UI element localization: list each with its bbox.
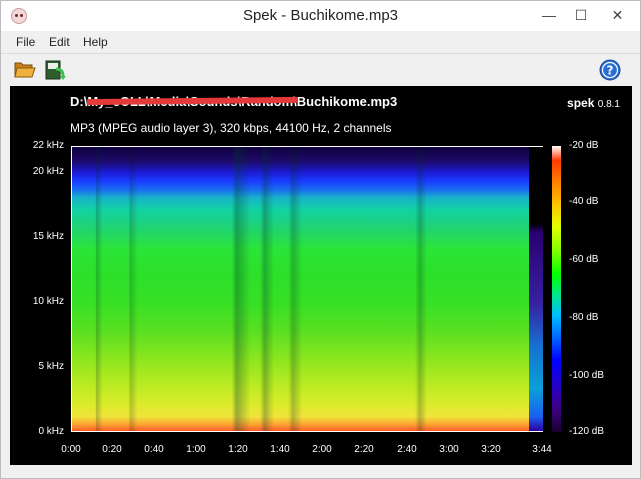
y-tick-10khz: 10 kHz (32, 296, 64, 307)
x-tick-1-20: 1:20 (228, 444, 248, 455)
title-bar[interactable]: Spek - Buchikome.mp3 — ☐ ✕ (1, 1, 640, 31)
y-tick-22khz: 22 kHz (32, 140, 64, 151)
help-icon[interactable]: ? (599, 59, 621, 81)
menu-help[interactable]: Help (83, 35, 108, 49)
x-tick-3-20: 3:20 (481, 444, 501, 455)
colorbar-tick-minus40: -40 dB (569, 196, 599, 207)
brand-name: spek (567, 96, 595, 110)
maximize-button[interactable]: ☐ (565, 1, 597, 31)
colorbar-tick-minus60: -60 dB (569, 254, 599, 265)
brand-label: spek 0.8.1 (567, 96, 620, 110)
status-bar (1, 466, 640, 478)
colorbar-tick-minus20: -20 dB (569, 140, 599, 151)
x-tick-0-00: 0:00 (61, 444, 81, 455)
spectrogram-viewer: D:\My_cOLL\Media\Sounds\Random\Buchikome… (10, 86, 632, 465)
svg-text:?: ? (607, 64, 614, 78)
toolbar: ? (1, 53, 640, 86)
menu-bar: File Edit Help (1, 31, 640, 53)
spek-window: Spek - Buchikome.mp3 — ☐ ✕ File Edit Hel… (0, 0, 641, 479)
y-tick-5khz: 5 kHz (38, 361, 64, 372)
brand-version: 0.8.1 (597, 99, 620, 110)
save-icon[interactable] (44, 59, 66, 81)
minimize-button[interactable]: — (533, 1, 565, 31)
x-tick-1-00: 1:00 (186, 444, 206, 455)
menu-file[interactable]: File (16, 35, 35, 49)
x-tick-1-40: 1:40 (270, 444, 290, 455)
spectrogram-tail (529, 147, 543, 431)
close-button[interactable]: ✕ (595, 1, 640, 31)
y-tick-20khz: 20 kHz (32, 166, 64, 177)
x-tick-2-20: 2:20 (354, 444, 374, 455)
y-tick-15khz: 15 kHz (32, 231, 64, 242)
x-tick-3-44: 3:44 (532, 444, 552, 455)
colorbar-tick-minus80: -80 dB (569, 312, 599, 323)
x-tick-0-20: 0:20 (102, 444, 122, 455)
menu-edit[interactable]: Edit (49, 35, 70, 49)
x-tick-0-40: 0:40 (144, 444, 164, 455)
folder-open-icon[interactable] (14, 60, 36, 78)
file-info: MP3 (MPEG audio layer 3), 320 kbps, 4410… (70, 121, 392, 135)
y-tick-0khz: 0 kHz (38, 426, 64, 437)
colorbar-tick-minus100: -100 dB (569, 370, 605, 381)
x-tick-2-00: 2:00 (312, 444, 332, 455)
x-tick-3-00: 3:00 (439, 444, 459, 455)
colorbar (552, 146, 561, 432)
colorbar-tick-minus120: -120 dB (569, 426, 605, 437)
spectrogram-plot[interactable] (71, 146, 543, 432)
x-tick-2-40: 2:40 (397, 444, 417, 455)
